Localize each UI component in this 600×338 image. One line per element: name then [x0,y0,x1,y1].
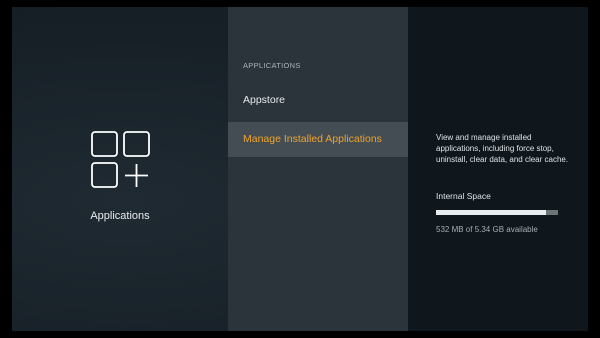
storage-title: Internal Space [436,191,491,201]
category-label: Applications [90,210,150,222]
section-header: APPLICATIONS [243,61,301,70]
storage-progress-bar [436,210,558,215]
menu-pane: APPLICATIONS Appstore Manage Installed A… [228,7,408,331]
detail-pane: View and manage installed applications, … [408,7,588,331]
category-pane: Applications [12,7,228,331]
storage-progress-fill [436,210,546,215]
settings-screen: Applications APPLICATIONS Appstore Manag… [12,7,588,331]
menu-item-manage-installed-applications[interactable]: Manage Installed Applications [228,122,408,157]
applications-grid-icon [91,131,150,188]
menu-item-appstore[interactable]: Appstore [228,85,408,115]
item-description: View and manage installed applications, … [436,133,569,164]
storage-caption: 532 MB of 5.34 GB available [436,225,538,234]
